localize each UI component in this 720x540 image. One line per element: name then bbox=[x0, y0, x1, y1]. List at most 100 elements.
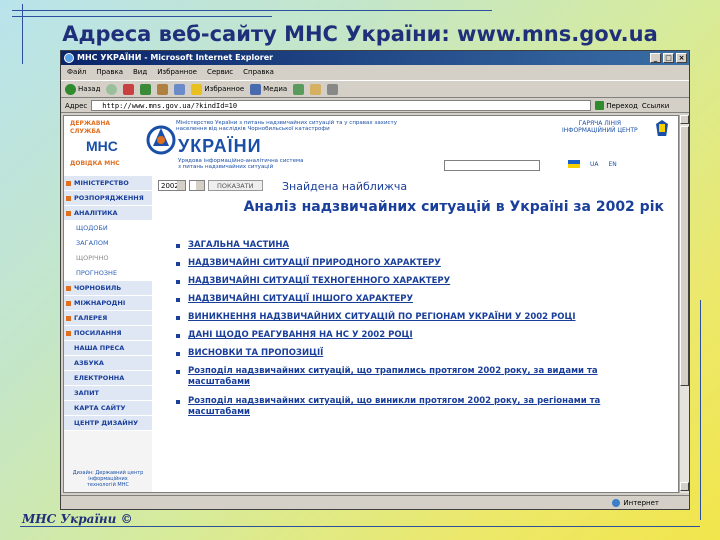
address-input[interactable]: http://www.mns.gov.ua/?kindId=10 bbox=[91, 100, 592, 111]
history-icon[interactable] bbox=[293, 83, 305, 95]
sidebar-subitem-daily[interactable]: ЩОДОБИ bbox=[64, 221, 152, 236]
sidebar: МІНІСТЕРСТВО РОЗПОРЯДЖЕННЯ АНАЛІТИКА ЩОД… bbox=[64, 176, 152, 492]
menu-help[interactable]: Справка bbox=[243, 66, 274, 79]
decor-line-top bbox=[12, 10, 492, 11]
menu-file[interactable]: Файл bbox=[67, 66, 86, 79]
year-select[interactable]: 2002 bbox=[158, 180, 186, 191]
sidebar-subitem-forecast[interactable]: ПРОГНОЗНЕ bbox=[64, 266, 152, 281]
scroll-thumb[interactable] bbox=[680, 126, 689, 386]
go-arrow-icon bbox=[595, 101, 605, 110]
logo-ministry: Міністерство України з питань надзвичайн… bbox=[176, 120, 397, 132]
refresh-icon[interactable] bbox=[140, 83, 152, 95]
report-link[interactable]: НАДЗВИЧАЙНІ СИТУАЦІЇ ТЕХНОГЕННОГО ХАРАКТ… bbox=[174, 276, 654, 287]
browser-titlebar: МНС УКРАЇНИ - Microsoft Internet Explore… bbox=[61, 51, 689, 65]
scroll-down-icon[interactable] bbox=[680, 482, 689, 491]
report-link[interactable]: ВИНИКНЕННЯ НАДЗВИЧАЙНИХ СИТУАЦІЙ ПО РЕГІ… bbox=[174, 312, 654, 323]
bullet-icon bbox=[176, 244, 180, 248]
status-bar: Интернет bbox=[61, 495, 689, 509]
sidebar-item-orders[interactable]: РОЗПОРЯДЖЕННЯ bbox=[64, 191, 152, 206]
menu-tools[interactable]: Сервис bbox=[207, 66, 233, 79]
search-icon[interactable] bbox=[174, 83, 186, 95]
decor-line-top-2 bbox=[12, 16, 272, 17]
report-link[interactable]: Розподіл надзвичайних ситуацій, що виник… bbox=[174, 396, 634, 418]
chevron-down-icon bbox=[196, 181, 204, 190]
bullet-icon bbox=[66, 286, 71, 291]
site-header: ДЕРЖАВНА СЛУЖБА МНС Міністерство України… bbox=[64, 116, 678, 174]
sidebar-item-links[interactable]: ПОСИЛАННЯ bbox=[64, 326, 152, 341]
menu-view[interactable]: Вид bbox=[133, 66, 147, 79]
logo-ukraine: УКРАЇНИ bbox=[178, 136, 262, 156]
go-button[interactable]: Переход bbox=[595, 101, 638, 110]
chevron-down-icon bbox=[177, 181, 185, 190]
report-link[interactable]: НАДЗВИЧАЙНІ СИТУАЦІЇ ПРИРОДНОГО ХАРАКТЕР… bbox=[174, 258, 654, 269]
report-title: Аналіз надзвичайних ситуацій в Україні з… bbox=[243, 199, 664, 215]
maximize-button[interactable]: □ bbox=[663, 53, 674, 63]
bullet-icon bbox=[176, 352, 180, 356]
bullet-icon bbox=[66, 301, 71, 306]
report-link[interactable]: ЗАГАЛЬНА ЧАСТИНА bbox=[174, 240, 654, 251]
bullet-icon bbox=[176, 298, 180, 302]
bullet-icon bbox=[66, 211, 71, 216]
sidebar-item-international[interactable]: МІЖНАРОДНІ ЗВ'ЯЗКИ bbox=[64, 296, 152, 322]
address-label: Адрес bbox=[65, 101, 88, 110]
page-viewport: ДЕРЖАВНА СЛУЖБА МНС Міністерство України… bbox=[63, 115, 679, 493]
hotline[interactable]: ГАРЯЧА ЛІНІЯ ІНФОРМАЦІЙНИЙ ЦЕНТР bbox=[562, 120, 638, 134]
media-button[interactable]: Медиа bbox=[250, 83, 287, 95]
logo-mns[interactable]: МНС bbox=[86, 138, 118, 154]
sidebar-item-visitor-request[interactable]: ЗАПИТ ВІДВІДУВАЧА bbox=[64, 386, 152, 412]
sidebar-subitem-general[interactable]: ЗАГАЛОМ bbox=[64, 236, 152, 251]
bullet-icon bbox=[176, 316, 180, 320]
sidebar-item-chornobyl[interactable]: ЧОРНОБИЛЬ bbox=[64, 281, 152, 296]
site-search-input[interactable] bbox=[444, 160, 540, 171]
browser-window: МНС УКРАЇНИ - Microsoft Internet Explore… bbox=[60, 50, 690, 510]
slide-title: Адреса веб-сайту МНС України: www.mns.go… bbox=[62, 22, 658, 46]
favorites-button[interactable]: Избранное bbox=[191, 83, 244, 95]
vertical-scrollbar[interactable] bbox=[679, 115, 689, 493]
back-button[interactable]: Назад bbox=[65, 83, 100, 95]
bullet-icon bbox=[66, 316, 71, 321]
mail-icon[interactable] bbox=[310, 83, 322, 95]
sidebar-item-ministry[interactable]: МІНІСТЕРСТВО bbox=[64, 176, 152, 191]
lang-ua[interactable]: UA bbox=[590, 161, 599, 168]
report-link[interactable]: НАДЗВИЧАЙНІ СИТУАЦІЇ ІНШОГО ХАРАКТЕРУ bbox=[174, 294, 654, 305]
sidebar-item-gallery[interactable]: ГАЛЕРЕЯ bbox=[64, 311, 152, 326]
slide-footer: МНС України © bbox=[22, 512, 133, 526]
bullet-icon bbox=[66, 196, 71, 201]
stop-icon[interactable] bbox=[123, 83, 135, 95]
menu-edit[interactable]: Правка bbox=[96, 66, 123, 79]
forward-button[interactable] bbox=[106, 83, 118, 95]
mns-emblem-icon bbox=[146, 125, 176, 155]
sidebar-item-press[interactable]: НАША ПРЕСА bbox=[64, 341, 152, 356]
menu-favorites[interactable]: Избранное bbox=[157, 66, 197, 79]
sidebar-item-survival[interactable]: АЗБУКА ВИЖИВАННЯ bbox=[64, 356, 152, 382]
sidebar-item-sitemap[interactable]: КАРТА САЙТУ bbox=[64, 401, 152, 416]
sidebar-subitem-yearly[interactable]: ЩОРІЧНО bbox=[64, 251, 152, 266]
design-credit[interactable]: Дизайн: Державний центр інформаційних те… bbox=[68, 470, 148, 490]
sidebar-item-design[interactable]: ЦЕНТР ДИЗАЙНУ bbox=[64, 416, 152, 431]
show-button[interactable]: ПОКАЗАТИ bbox=[208, 180, 263, 191]
links-label[interactable]: Ссылки bbox=[642, 102, 670, 110]
sidebar-item-analytics[interactable]: АНАЛІТИКА bbox=[64, 206, 152, 221]
star-icon bbox=[191, 83, 203, 95]
decor-line-right bbox=[700, 300, 701, 520]
minimize-button[interactable]: _ bbox=[650, 53, 661, 63]
decor-line-bottom bbox=[20, 526, 700, 527]
ukraine-flag-icon[interactable] bbox=[568, 160, 580, 168]
close-button[interactable]: × bbox=[676, 53, 687, 63]
logo-spec: ДОВІДКА МНС bbox=[70, 160, 120, 167]
security-zone: Интернет bbox=[612, 496, 659, 510]
period-select[interactable] bbox=[189, 180, 205, 191]
print-icon[interactable] bbox=[327, 83, 339, 95]
lang-en[interactable]: EN bbox=[609, 161, 617, 168]
report-link[interactable]: ВИСНОВКИ ТА ПРОПОЗИЦІЇ bbox=[174, 348, 654, 359]
home-icon[interactable] bbox=[157, 83, 169, 95]
sidebar-item-ebook[interactable]: ЕЛЕКТРОННА КНИЖКА bbox=[64, 371, 152, 397]
report-link[interactable]: Розподіл надзвичайних ситуацій, що трапи… bbox=[174, 366, 634, 388]
globe-icon bbox=[612, 499, 621, 507]
scroll-up-icon[interactable] bbox=[680, 115, 689, 124]
bullet-icon bbox=[176, 400, 180, 404]
logo-left-text: ДЕРЖАВНА СЛУЖБА bbox=[70, 120, 111, 135]
ie-icon bbox=[64, 53, 74, 63]
found-text: Знайдена найближча bbox=[282, 180, 408, 193]
report-link[interactable]: ДАНІ ЩОДО РЕАГУВАННЯ НА НС У 2002 РОЦІ bbox=[174, 330, 654, 341]
